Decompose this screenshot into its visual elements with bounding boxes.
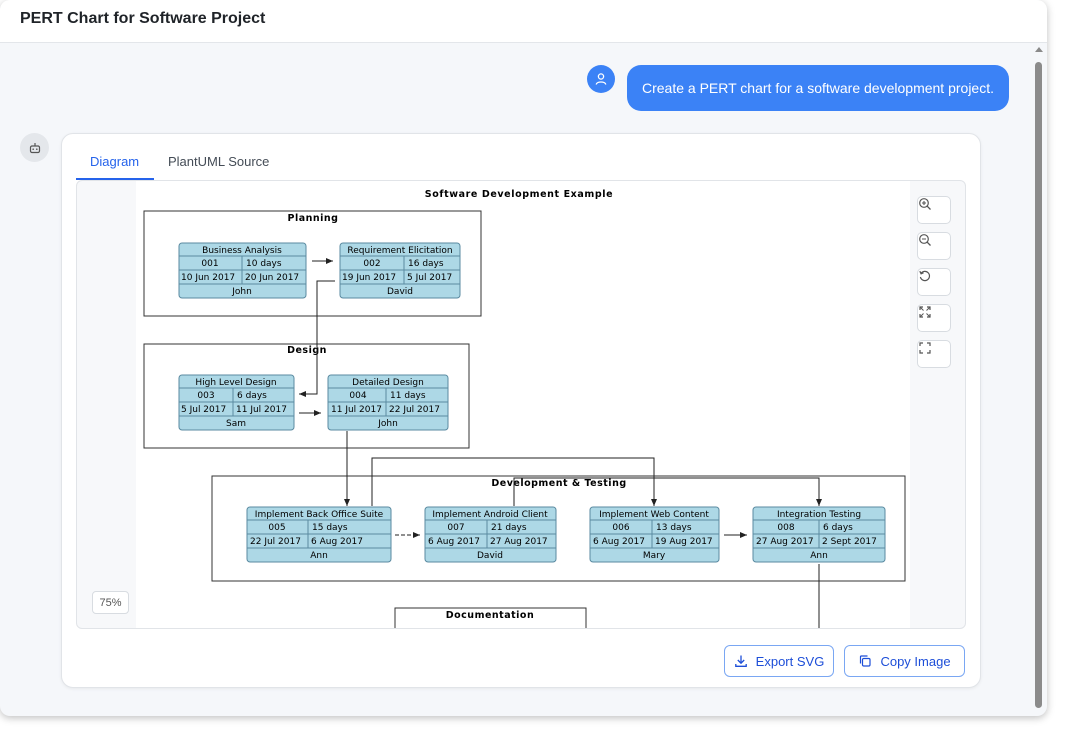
task-end: 20 Jun 2017 <box>245 273 299 283</box>
task-id: 003 <box>197 391 214 401</box>
task-duration: 6 days <box>237 391 267 401</box>
copy-image-label: Copy Image <box>880 653 951 669</box>
task-node-002[interactable]: Requirement Elicitation 002 16 days 19 J… <box>339 242 461 299</box>
task-owner: Ann <box>310 551 328 561</box>
zoom-level-badge: 75% <box>92 591 129 614</box>
app-window: PERT Chart for Software Project Create a… <box>0 0 1047 716</box>
fit-icon <box>919 306 931 318</box>
zoom-out-icon <box>919 234 931 246</box>
task-end: 19 Aug 2017 <box>655 537 713 547</box>
task-node-003[interactable]: High Level Design 003 6 days 5 Jul 2017 … <box>178 374 295 431</box>
task-start: 22 Jul 2017 <box>250 537 301 547</box>
user-icon <box>595 73 607 85</box>
group-label: Documentation <box>446 610 534 621</box>
task-start: 6 Aug 2017 <box>593 537 645 547</box>
copy-image-button[interactable]: Copy Image <box>844 645 965 677</box>
user-message: Create a PERT chart for a software devel… <box>627 65 1009 111</box>
task-id: 004 <box>349 391 366 401</box>
task-name: High Level Design <box>195 378 276 388</box>
task-end: 11 Jul 2017 <box>236 405 287 415</box>
task-duration: 6 days <box>823 523 853 533</box>
task-start: 11 Jul 2017 <box>331 405 382 415</box>
task-id: 001 <box>201 259 218 269</box>
task-end: 2 Sept 2017 <box>822 537 877 547</box>
task-node-001[interactable]: Business Analysis 001 10 days 10 Jun 201… <box>178 242 307 299</box>
task-end: 5 Jul 2017 <box>407 273 452 283</box>
task-duration: 15 days <box>312 523 348 533</box>
diagram-viewer[interactable]: Software Development Example Planning De… <box>76 180 966 629</box>
task-node-004[interactable]: Detailed Design 004 11 days 11 Jul 2017 … <box>327 374 449 431</box>
group-label: Development & Testing <box>491 478 626 489</box>
group-label: Planning <box>288 213 339 224</box>
task-owner: John <box>377 419 398 429</box>
bot-avatar <box>20 133 49 162</box>
task-name: Detailed Design <box>352 378 424 388</box>
task-owner: David <box>387 287 413 297</box>
task-node-005[interactable]: Implement Back Office Suite 005 15 days … <box>246 506 392 563</box>
task-start: 19 Jun 2017 <box>342 273 396 283</box>
scroll-up-icon[interactable] <box>1035 47 1043 52</box>
download-icon <box>734 655 747 667</box>
response-card: Diagram PlantUML Source Software Develop… <box>61 133 981 688</box>
task-start: 27 Aug 2017 <box>756 537 814 547</box>
zoom-in-button[interactable] <box>917 196 951 224</box>
task-start: 10 Jun 2017 <box>181 273 235 283</box>
task-id: 008 <box>777 523 794 533</box>
fullscreen-icon <box>919 342 931 354</box>
task-name: Requirement Elicitation <box>347 246 452 256</box>
task-node-008[interactable]: Integration Testing 008 6 days 27 Aug 20… <box>752 506 886 563</box>
task-id: 006 <box>612 523 629 533</box>
reset-view-button[interactable] <box>917 268 951 296</box>
task-owner: Sam <box>226 419 246 429</box>
task-name: Business Analysis <box>202 246 282 256</box>
user-avatar <box>587 65 615 93</box>
task-end: 6 Aug 2017 <box>311 537 363 547</box>
task-duration: 13 days <box>656 523 692 533</box>
diagram-title: Software Development Example <box>425 189 613 200</box>
task-name: Implement Android Client <box>432 510 548 520</box>
tab-plantuml-source[interactable]: PlantUML Source <box>168 154 269 169</box>
scroll-thumb[interactable] <box>1035 62 1042 708</box>
task-owner: Mary <box>643 551 666 561</box>
tab-diagram[interactable]: Diagram <box>90 154 139 169</box>
reset-icon <box>919 270 931 282</box>
bot-icon <box>29 142 40 153</box>
task-name: Implement Back Office Suite <box>255 510 384 520</box>
task-duration: 21 days <box>491 523 527 533</box>
pert-diagram: Software Development Example Planning De… <box>136 181 910 628</box>
zoom-in-icon <box>919 198 931 210</box>
task-node-007[interactable]: Implement Android Client 007 21 days 6 A… <box>424 506 557 563</box>
fullscreen-button[interactable] <box>917 340 951 368</box>
task-node-006[interactable]: Implement Web Content 006 13 days 6 Aug … <box>589 506 720 563</box>
task-id: 002 <box>363 259 380 269</box>
title-bar: PERT Chart for Software Project <box>0 0 1047 43</box>
copy-icon <box>860 655 872 667</box>
zoom-out-button[interactable] <box>917 232 951 260</box>
task-owner: David <box>477 551 503 561</box>
export-svg-button[interactable]: Export SVG <box>724 645 834 677</box>
export-svg-label: Export SVG <box>755 653 825 669</box>
task-owner: Ann <box>810 551 828 561</box>
task-start: 6 Aug 2017 <box>428 537 480 547</box>
task-id: 005 <box>268 523 285 533</box>
page-title: PERT Chart for Software Project <box>20 10 266 27</box>
task-duration: 11 days <box>390 391 426 401</box>
task-id: 007 <box>447 523 464 533</box>
task-duration: 10 days <box>246 259 282 269</box>
task-duration: 16 days <box>408 259 444 269</box>
task-end: 22 Jul 2017 <box>389 405 440 415</box>
task-end: 27 Aug 2017 <box>490 537 548 547</box>
task-name: Integration Testing <box>777 510 861 520</box>
group-label: Design <box>287 345 327 356</box>
fit-view-button[interactable] <box>917 304 951 332</box>
task-owner: John <box>231 287 252 297</box>
scrollbar[interactable] <box>1033 44 1045 714</box>
task-start: 5 Jul 2017 <box>181 405 226 415</box>
task-name: Implement Web Content <box>599 510 709 520</box>
